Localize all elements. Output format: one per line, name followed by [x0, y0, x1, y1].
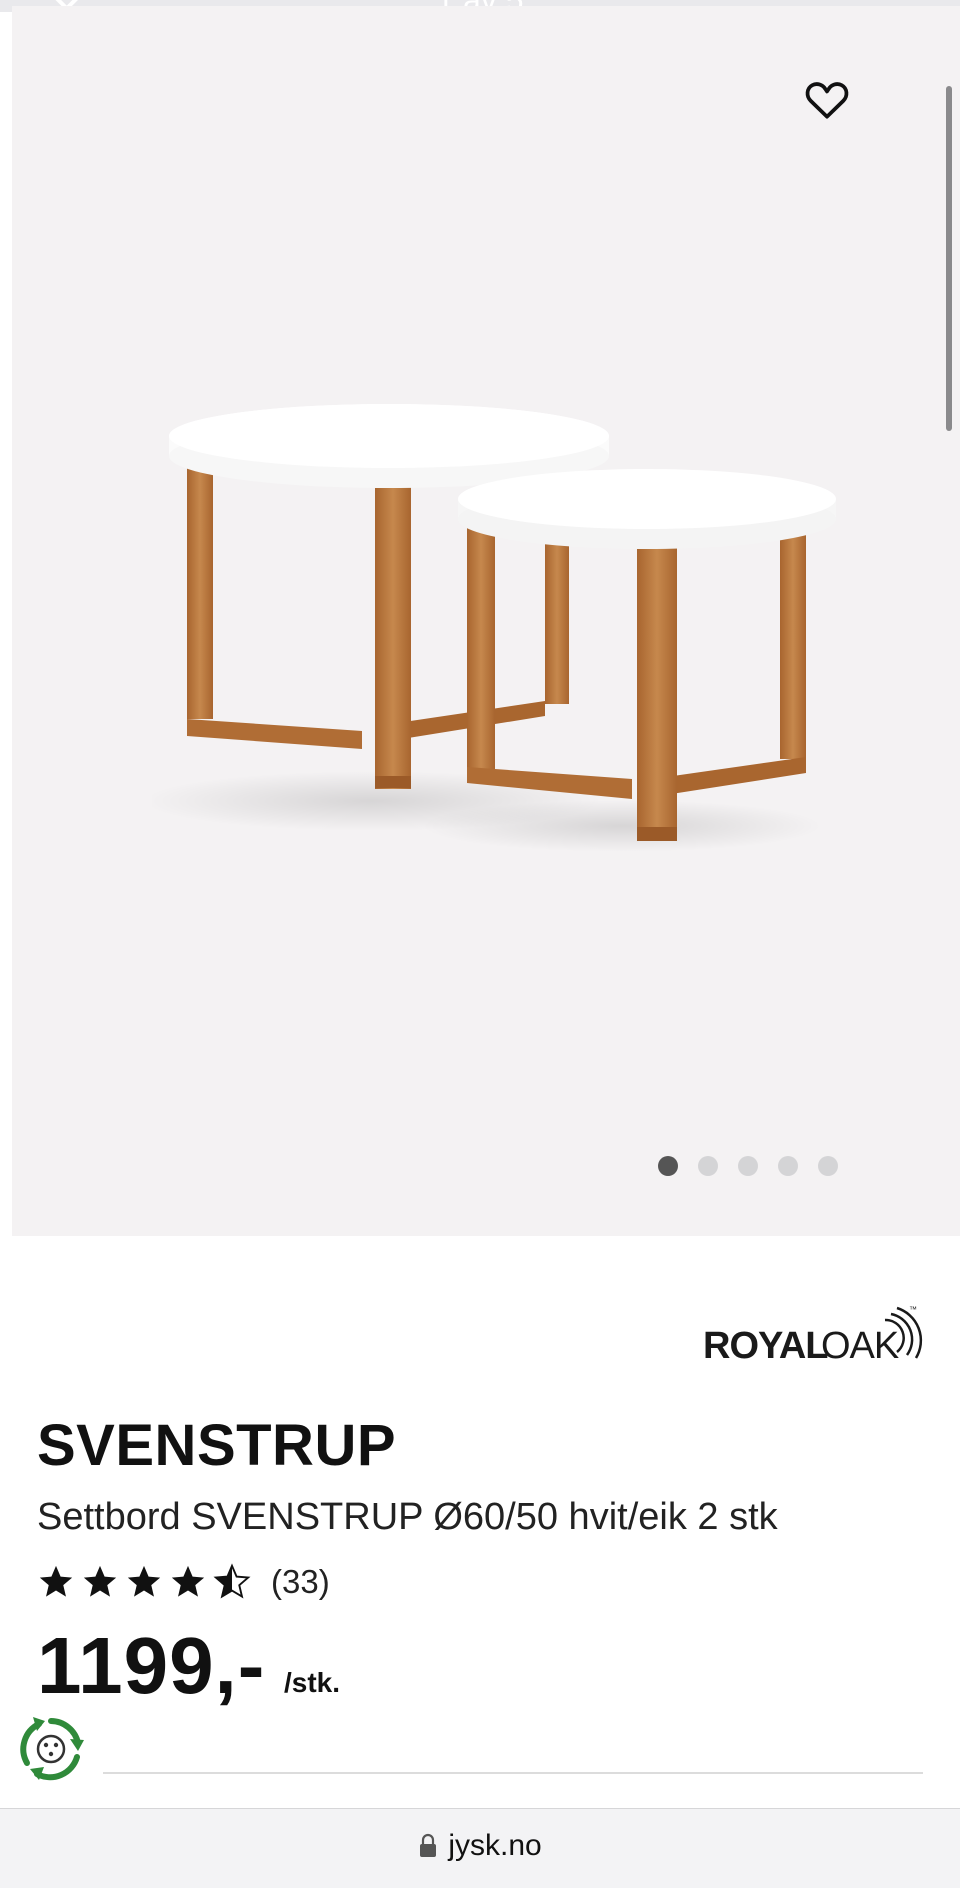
lock-icon: [420, 1833, 437, 1857]
star-half-icon: [213, 1563, 251, 1599]
pagination-dot-4[interactable]: [778, 1156, 798, 1176]
brand-tm: ™: [909, 1305, 917, 1314]
pagination-dot-1[interactable]: [658, 1156, 678, 1176]
brand-logo[interactable]: ROYAL OAK ™: [703, 1300, 923, 1370]
product-image: [152, 404, 836, 852]
browser-address-bar[interactable]: jysk.no: [0, 1808, 960, 1888]
pagination-dot-3[interactable]: [738, 1156, 758, 1176]
pagination-dot-2[interactable]: [698, 1156, 718, 1176]
product-rating[interactable]: (33): [37, 1563, 330, 1601]
gallery-pagination: [658, 1156, 838, 1176]
gallery-scrollbar[interactable]: [946, 86, 952, 431]
star-full-icon: [171, 1565, 205, 1597]
product-name: SVENSTRUP: [37, 1413, 397, 1478]
rating-stars: [37, 1563, 251, 1601]
product-price: 1199,-: [37, 1621, 266, 1710]
brand-oak: OAK: [821, 1325, 899, 1367]
section-divider: [103, 1772, 923, 1774]
product-description: Settbord SVENSTRUP Ø60/50 hvit/eik 2 stk: [37, 1496, 778, 1538]
review-count[interactable]: (33): [271, 1563, 330, 1601]
star-full-icon: [127, 1565, 161, 1597]
price-unit: /stk.: [284, 1667, 341, 1698]
star-full-icon: [83, 1565, 117, 1597]
heart-icon[interactable]: [802, 74, 852, 124]
eco-recycle-icon[interactable]: [15, 1713, 87, 1785]
pagination-dot-5[interactable]: [818, 1156, 838, 1176]
url-text[interactable]: jysk.no: [448, 1829, 541, 1863]
star-full-icon: [39, 1565, 73, 1597]
product-gallery[interactable]: [12, 6, 960, 1236]
brand-royal: ROYAL: [703, 1325, 828, 1367]
